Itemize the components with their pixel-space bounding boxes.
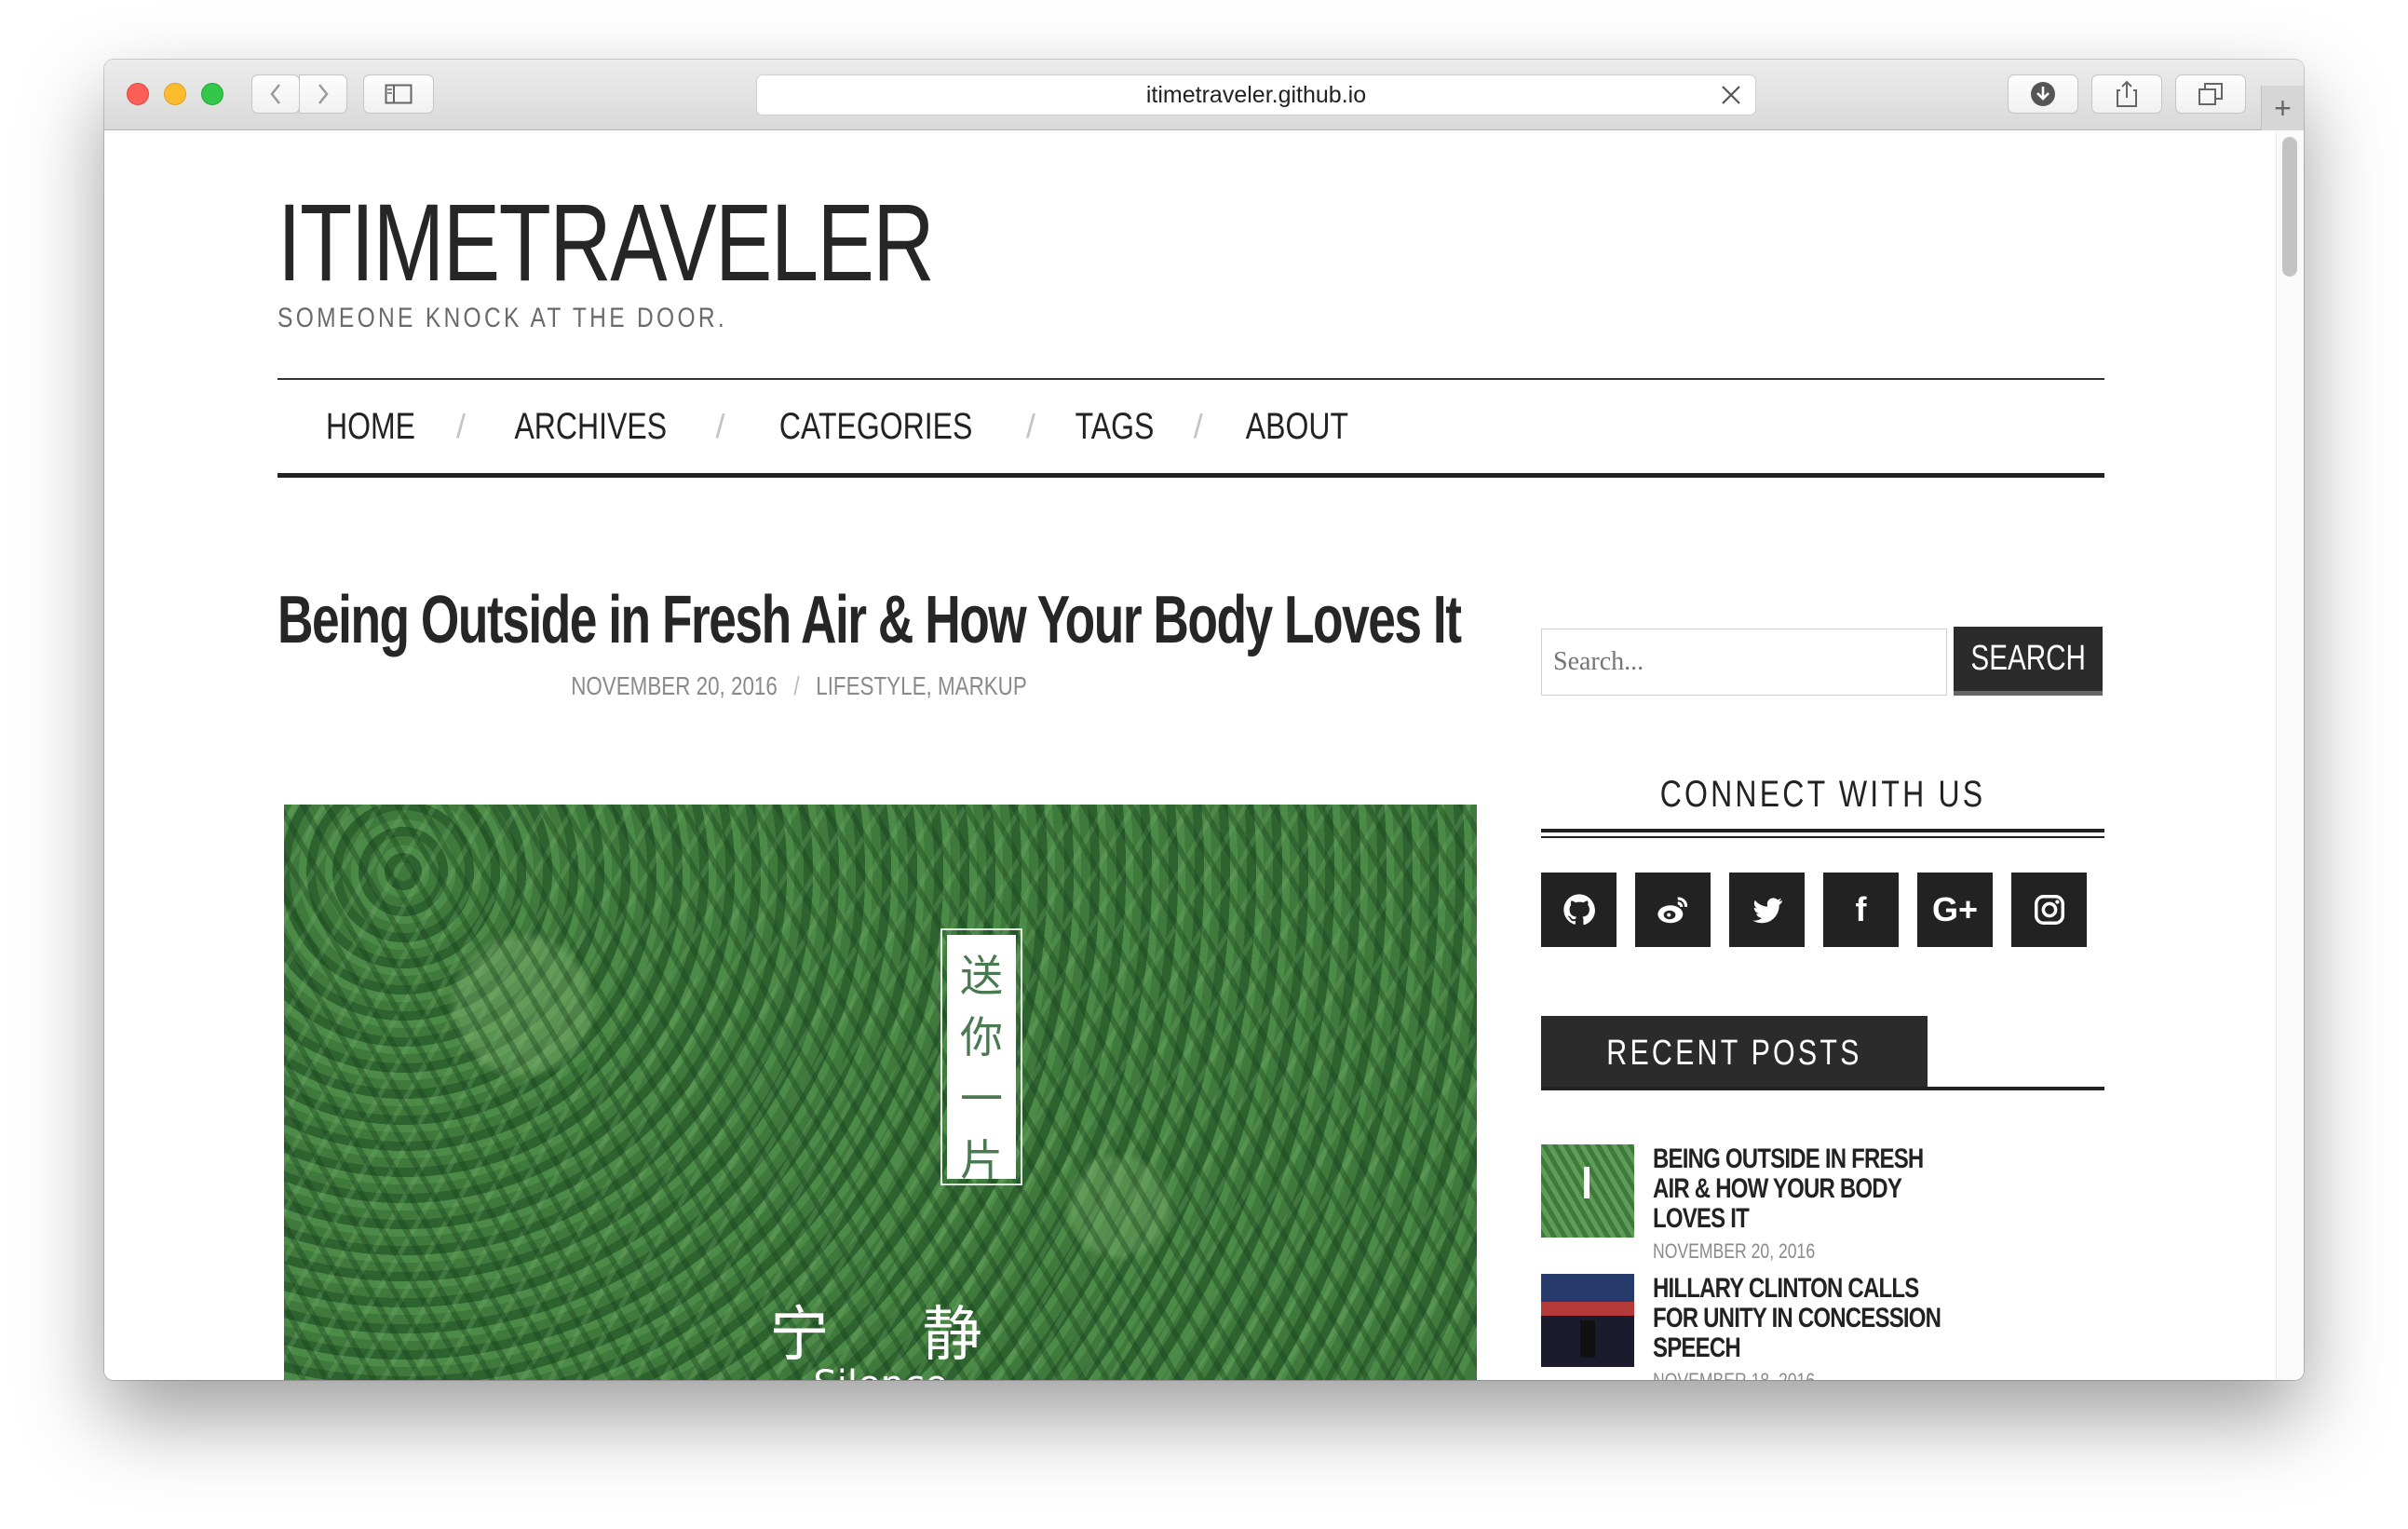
github-icon <box>1562 894 1595 926</box>
scroll-char: 片 <box>960 1135 1003 1185</box>
tabs-icon <box>2198 83 2223 105</box>
connect-heading-text: CONNECT WITH US <box>1659 774 1986 815</box>
scrollbar-thumb[interactable] <box>2282 137 2297 277</box>
recent-post-date: NOVEMBER 18, 2016 <box>1653 1369 1958 1380</box>
google-plus-icon: G+ <box>1931 890 1979 928</box>
browser-toolbar: itimetraveler.github.io + <box>104 60 2304 130</box>
nav-item-tags[interactable]: TAGS <box>1045 406 1184 448</box>
nav-separator: / <box>1025 407 1035 445</box>
share-button[interactable] <box>2091 74 2162 114</box>
chevron-right-icon <box>318 84 329 104</box>
recent-post-item[interactable]: BEING OUTSIDE IN FRESH AIR & HOW YOUR BO… <box>1541 1144 2104 1264</box>
nav-separator: / <box>1193 407 1203 445</box>
forward-button[interactable] <box>299 74 347 114</box>
vertical-scrollbar[interactable] <box>2276 131 2304 1380</box>
twitter-link[interactable] <box>1729 873 1805 947</box>
connect-heading: CONNECT WITH US <box>1541 774 2104 816</box>
recent-post-text: HILLARY CLINTON CALLS FOR UNITY IN CONCE… <box>1653 1274 2035 1381</box>
post-date: NOVEMBER 20, 2016 <box>571 671 778 700</box>
facebook-link[interactable]: f <box>1823 873 1899 947</box>
image-caption-english: Silence <box>284 1363 1477 1380</box>
instagram-link[interactable] <box>2011 873 2087 947</box>
downloads-button[interactable] <box>2008 74 2078 114</box>
nav-separator: / <box>715 407 725 445</box>
twitter-icon <box>1752 898 1782 924</box>
weibo-icon <box>1657 897 1687 924</box>
tabs-overview-button[interactable] <box>2175 74 2246 114</box>
nav-item-home[interactable]: HOME <box>296 406 445 448</box>
download-icon <box>2031 82 2055 106</box>
post-title[interactable]: Being Outside in Fresh Air & How Your Bo… <box>277 582 1462 658</box>
sidebar-toggle-button[interactable] <box>363 74 434 114</box>
address-bar[interactable]: itimetraveler.github.io <box>756 74 1756 115</box>
plus-icon: + <box>2274 90 2292 125</box>
browser-window: itimetraveler.github.io + ITIMETRAVELER … <box>104 60 2304 1380</box>
search-button-label: SEARCH <box>1970 639 2086 678</box>
post-categories[interactable]: LIFESTYLE, MARKUP <box>816 671 1027 700</box>
site-tagline: SOMEONE KNOCK AT THE DOOR. <box>277 303 728 333</box>
connect-rule <box>1541 836 2104 838</box>
weibo-link[interactable] <box>1635 873 1711 947</box>
scroll-char: 你 <box>960 1012 1003 1062</box>
recent-post-item[interactable]: HILLARY CLINTON CALLS FOR UNITY IN CONCE… <box>1541 1274 2104 1380</box>
page-viewport: ITIMETRAVELER SOMEONE KNOCK AT THE DOOR.… <box>104 131 2304 1380</box>
nav-separator: / <box>456 407 467 445</box>
social-links: f G+ <box>1541 873 2087 947</box>
nav-item-categories[interactable]: CATEGORIES <box>749 406 1001 448</box>
recent-post-text: BEING OUTSIDE IN FRESH AIR & HOW YOUR BO… <box>1653 1144 2035 1264</box>
facebook-icon: f <box>1855 890 1867 928</box>
zoom-window-button[interactable] <box>201 83 223 105</box>
recent-posts-heading-text: RECENT POSTS <box>1606 1033 1862 1073</box>
back-button[interactable] <box>251 74 300 114</box>
image-caption-chinese: 宁 静 <box>769 1301 1020 1370</box>
search-button[interactable]: SEARCH <box>1954 627 2103 696</box>
recent-post-thumbnail[interactable] <box>1541 1274 1634 1367</box>
post-featured-image[interactable]: 送 你 一 片 宁 静 Silence <box>284 805 1477 1380</box>
meta-separator: / <box>793 671 800 700</box>
recent-post-title[interactable]: BEING OUTSIDE IN FRESH AIR & HOW YOUR BO… <box>1653 1144 1958 1234</box>
recent-posts-heading: RECENT POSTS <box>1541 1016 1928 1090</box>
nav-item-about[interactable]: ABOUT <box>1216 406 1378 448</box>
new-tab-button[interactable]: + <box>2261 86 2304 130</box>
connect-rule <box>1541 829 2104 832</box>
github-link[interactable] <box>1541 873 1617 947</box>
main-nav: HOME / ARCHIVES / CATEGORIES / TAGS / AB… <box>277 380 1399 473</box>
nav-item-archives[interactable]: ARCHIVES <box>484 406 697 448</box>
recent-posts-rule <box>1541 1087 2104 1090</box>
sidebar-icon <box>385 84 413 104</box>
scroll-char: 一 <box>960 1074 1003 1124</box>
instagram-icon <box>2034 895 2064 925</box>
image-scroll-label: 送 你 一 片 <box>940 928 1022 1185</box>
close-window-button[interactable] <box>127 83 149 105</box>
google-plus-link[interactable]: G+ <box>1917 873 1993 947</box>
scroll-char: 送 <box>960 951 1003 1001</box>
recent-post-date: NOVEMBER 20, 2016 <box>1653 1239 1816 1263</box>
search-input[interactable] <box>1541 629 1947 696</box>
chevron-left-icon <box>270 84 280 104</box>
nav-bottom-rule <box>277 473 2104 478</box>
recent-post-title[interactable]: HILLARY CLINTON CALLS FOR UNITY IN CONCE… <box>1653 1274 1958 1363</box>
site-title[interactable]: ITIMETRAVELER <box>277 187 935 299</box>
url-text: itimetraveler.github.io <box>1145 81 1367 108</box>
recent-post-thumbnail[interactable] <box>1541 1144 1634 1238</box>
minimize-window-button[interactable] <box>164 83 186 105</box>
post-meta: NOVEMBER 20, 2016 / LIFESTYLE, MARKUP <box>277 671 1320 701</box>
close-icon[interactable] <box>1720 84 1742 106</box>
share-icon <box>2117 80 2137 107</box>
